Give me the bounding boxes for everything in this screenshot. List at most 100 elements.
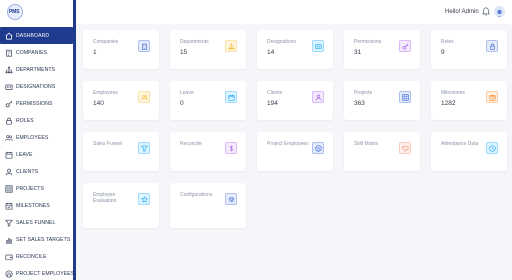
gear-icon (225, 193, 237, 205)
card-title: Projects (354, 90, 373, 96)
top-bar: Hello! Admin (0, 0, 512, 24)
sidebar-item-label: PERMISSIONS (16, 100, 53, 107)
stat-card-roles[interactable]: Roles 9 (431, 30, 507, 69)
sidebar-item-employees[interactable]: EMPLOYEES (0, 129, 73, 146)
sidebar-item-roles[interactable]: ROLES (0, 112, 73, 129)
sidebar-item-sales-funnel[interactable]: SALES FUNNEL (0, 214, 73, 231)
stat-card-companies[interactable]: Companies 1 (83, 30, 159, 69)
sidebar-item-label: ROLES (16, 117, 34, 124)
sidebar-item-projects[interactable]: PROJECTS (0, 180, 73, 197)
stat-card-reconcile[interactable]: Reconcile (170, 132, 246, 171)
stat-card-employee-evaluation[interactable]: Employee Evaluation (83, 183, 159, 228)
stat-card-departments[interactable]: Departments 15 (170, 30, 246, 69)
card-title: Leave (180, 90, 194, 96)
card-title: Reconcile (180, 141, 202, 147)
sidebar: PMS DASHBOARD COMPANIES DEPARTMENTS DESIGNA… (0, 0, 76, 280)
stat-card-milestones[interactable]: Milestones 1282 (431, 81, 507, 120)
stat-card-permissions[interactable]: Permissions 31 (344, 30, 420, 69)
users-icon (5, 134, 13, 142)
card-title: Attendance Data (441, 141, 479, 147)
sidebar-item-project-employees[interactable]: PROJECT EMPLOYEES (0, 265, 75, 280)
github-icon (5, 269, 13, 278)
stat-card-attendance-data[interactable]: Attendance Data (431, 132, 507, 171)
sidebar-item-label: CLIENTS (16, 168, 39, 175)
sidebar-item-dashboard[interactable]: DASHBOARD (0, 27, 73, 44)
stat-card-leave[interactable]: Leave 0 (170, 81, 246, 120)
card-title: Permissions (354, 39, 382, 45)
id-card-icon (5, 83, 13, 91)
building-icon (5, 49, 13, 57)
stat-card-projects[interactable]: Projects 363 (344, 81, 420, 120)
sidebar-item-leave[interactable]: LEAVE (0, 146, 73, 163)
funnel-icon (5, 219, 13, 227)
card-title: Roles (441, 39, 454, 45)
users-icon (138, 91, 150, 103)
stat-card-configurations[interactable]: Configurations (170, 183, 246, 228)
sidebar-item-clients[interactable]: CLIENTS (0, 163, 73, 180)
sidebar-item-label: SALES FUNNEL (16, 219, 56, 226)
sidebar-item-label: PROJECT EMPLOYEES (16, 270, 75, 277)
wallet-icon (5, 253, 13, 261)
sidebar-item-designations[interactable]: DESIGNATIONS (0, 78, 73, 95)
card-value: 1 (93, 49, 97, 56)
key-icon (5, 100, 13, 108)
calendar-icon (5, 151, 13, 159)
app-logo[interactable]: PMS (7, 4, 23, 20)
funnel-icon (138, 142, 150, 154)
card-title: Designations (267, 39, 296, 45)
stat-card-employees[interactable]: Employees 140 (83, 81, 159, 120)
stat-card-project-employees[interactable]: Project Employees (257, 132, 333, 171)
sidebar-item-permissions[interactable]: PERMISSIONS (0, 95, 73, 112)
card-value: 9 (441, 49, 445, 56)
avatar[interactable] (494, 6, 505, 17)
card-value: 140 (93, 100, 104, 107)
sitemap-icon (225, 40, 237, 52)
user-icon (312, 91, 324, 103)
sidebar-item-label: DASHBOARD (16, 32, 50, 39)
sidebar-item-departments[interactable]: DEPARTMENTS (0, 61, 73, 78)
card-value: 31 (354, 49, 362, 56)
bell-icon[interactable] (482, 7, 490, 16)
card-value: 1282 (441, 100, 456, 107)
stat-card-sales-funnel[interactable]: Sales Funnel (83, 132, 159, 171)
calendar-check-icon (5, 202, 13, 210)
lock-icon (5, 117, 13, 125)
sidebar-item-label: DEPARTMENTS (16, 66, 56, 73)
stat-card-skill-matrix[interactable]: Skill Matrix (344, 132, 420, 171)
chart-icon (5, 236, 13, 244)
sidebar-item-label: EMPLOYEES (16, 134, 49, 141)
sidebar-item-label: DESIGNATIONS (16, 83, 56, 90)
building-icon (138, 40, 150, 52)
card-title: Milestones (441, 90, 465, 96)
home-icon (5, 32, 13, 40)
key-icon (399, 40, 411, 52)
greeting-text: Hello! Admin (445, 9, 479, 15)
grid-icon (399, 91, 411, 103)
github-icon (312, 142, 324, 154)
sidebar-item-set-sales-targets[interactable]: SET SALES TARGETS (0, 231, 73, 248)
card-title: Employee Evaluation (93, 192, 117, 204)
star-icon (138, 193, 150, 205)
card-title: Skill Matrix (354, 141, 379, 147)
sidebar-item-label: PROJECTS (16, 185, 44, 192)
sidebar-item-companies[interactable]: COMPANIES (0, 44, 73, 61)
card-title: Employees (93, 90, 118, 96)
lock-icon (486, 40, 498, 52)
card-title: Sales Funnel (93, 141, 123, 147)
sidebar-item-milestones[interactable]: MILESTONES (0, 197, 73, 214)
card-value: 194 (267, 100, 278, 107)
grid-icon (5, 184, 13, 193)
dollar-icon (225, 142, 237, 154)
card-value: 15 (180, 49, 188, 56)
sidebar-item-label: RECONCILE (16, 253, 47, 260)
card-title: Companies (93, 39, 119, 45)
sidebar-item-reconcile[interactable]: RECONCILE (0, 248, 73, 265)
sidebar-nav: DASHBOARD COMPANIES DEPARTMENTS DESIGNATION… (0, 27, 75, 280)
stat-card-clients[interactable]: Clients 194 (257, 81, 333, 120)
clock-icon (486, 142, 498, 154)
card-value: 0 (180, 100, 184, 107)
user-icon (5, 168, 13, 176)
stat-card-designations[interactable]: Designations 14 (257, 30, 333, 69)
sidebar-item-label: LEAVE (16, 151, 33, 158)
sidebar-item-label: COMPANIES (16, 49, 48, 56)
